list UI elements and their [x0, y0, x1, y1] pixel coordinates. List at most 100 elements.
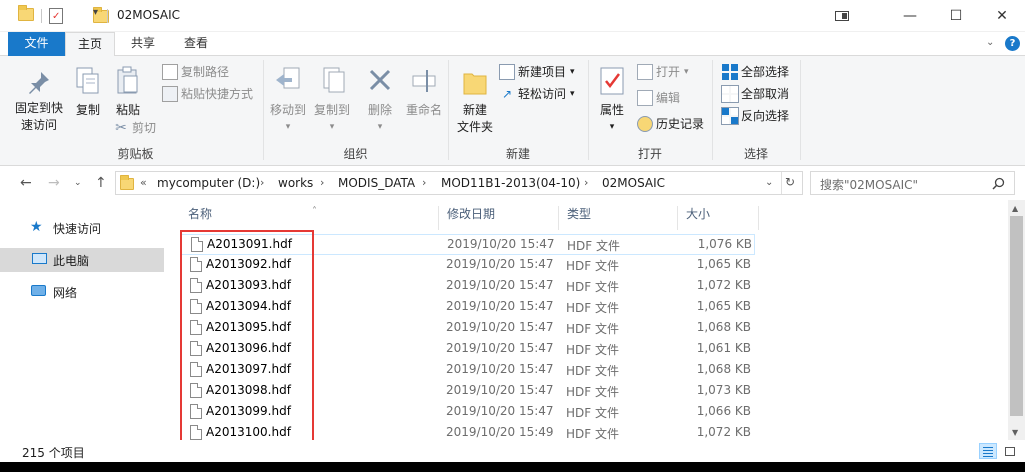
- nav-item-label: 网络: [53, 286, 78, 300]
- easy-access-button[interactable]: ↗ 轻松访问 ▾: [499, 85, 575, 103]
- file-size: 1,066 KB: [696, 404, 751, 418]
- ribbon-tabs: 文件 主页 共享 查看 ⌄ ?: [0, 32, 1025, 57]
- search-input[interactable]: 搜索"02MOSAIC": [810, 171, 1015, 195]
- cut-button[interactable]: ✂ 剪切: [113, 119, 156, 137]
- rename-button[interactable]: 重命名: [402, 66, 446, 119]
- customize-toolbar-icon[interactable]: ▾: [93, 7, 98, 23]
- column-header-date-label: 修改日期: [447, 207, 496, 221]
- address-dropdown-icon[interactable]: ⌄: [765, 177, 773, 188]
- column-header-type[interactable]: 类型: [559, 206, 678, 230]
- pin-to-quick-access-button[interactable]: 固定到快 速访问: [10, 70, 68, 134]
- delete-button[interactable]: 删除 ▾: [362, 66, 398, 136]
- column-header-size-label: 大小: [686, 207, 711, 221]
- column-header-size[interactable]: 大小: [678, 206, 759, 230]
- copy-path-icon: [162, 64, 178, 80]
- clipboard-group-label: 剪贴板: [117, 147, 154, 161]
- nav-item-label: 快速访问: [53, 222, 102, 236]
- overflow-crumb-icon[interactable]: «: [140, 176, 147, 189]
- open-button[interactable]: 打开 ▾: [637, 63, 689, 81]
- new-folder-button[interactable]: 新建 文件夹: [452, 66, 498, 136]
- paste-icon: [117, 66, 138, 94]
- copy-button[interactable]: 复制: [70, 66, 106, 119]
- breadcrumb-drive[interactable]: mycomputer (D:): [157, 176, 260, 190]
- highlight-box: [180, 230, 314, 450]
- copy-to-dropdown-icon: ▾: [329, 122, 335, 132]
- new-item-dropdown-icon: ▾: [570, 67, 575, 77]
- tab-view[interactable]: 查看: [172, 32, 220, 56]
- nav-item-network[interactable]: 网络: [0, 280, 172, 304]
- tab-file[interactable]: 文件: [8, 32, 65, 56]
- file-date: 2019/10/20 15:47: [447, 237, 555, 251]
- breadcrumb-separator-icon[interactable]: ›: [260, 176, 264, 189]
- copy-path-button[interactable]: 复制路径: [162, 63, 229, 81]
- help-icon[interactable]: ?: [1005, 36, 1020, 51]
- breadcrumb-modis-data[interactable]: MODIS_DATA: [338, 176, 415, 190]
- vertical-scrollbar[interactable]: ▲ ▼: [1008, 200, 1025, 440]
- history-button[interactable]: 历史记录: [637, 115, 704, 133]
- scroll-down-icon[interactable]: ▼: [1012, 428, 1018, 437]
- select-none-label: 全部取消: [741, 87, 790, 101]
- refresh-icon[interactable]: ↻: [785, 175, 795, 189]
- close-button[interactable]: ✕: [979, 0, 1025, 32]
- address-bar[interactable]: « mycomputer (D:) › works › MODIS_DATA ›…: [115, 171, 803, 195]
- compact-mode-icon[interactable]: [819, 0, 865, 32]
- breadcrumb-separator-icon[interactable]: ›: [422, 176, 426, 189]
- navigation-pane: ★ 快速访问 此电脑 网络: [0, 200, 172, 440]
- new-group-label: 新建: [505, 147, 530, 161]
- select-none-button[interactable]: 全部取消: [721, 85, 790, 103]
- up-arrow-icon[interactable]: ↑: [95, 175, 107, 191]
- forward-arrow-icon[interactable]: →: [48, 175, 60, 191]
- delete-label: 删除: [367, 103, 392, 117]
- select-all-label: 全部选择: [741, 65, 790, 79]
- expand-ribbon-icon[interactable]: ⌄: [986, 37, 994, 48]
- file-size: 1,065 KB: [696, 299, 751, 313]
- breadcrumb-separator-icon[interactable]: ›: [320, 176, 324, 189]
- search-icon[interactable]: [992, 177, 1005, 190]
- properties-button[interactable]: 属性 ▾: [592, 66, 632, 136]
- nav-item-this-pc[interactable]: 此电脑: [0, 248, 164, 272]
- search-placeholder: 搜索"02MOSAIC": [820, 178, 919, 192]
- open-group-label: 打开: [637, 147, 662, 161]
- breadcrumb-mod11b1[interactable]: MOD11B1-2013(04-10): [441, 176, 580, 190]
- minimize-button[interactable]: —: [887, 0, 933, 32]
- new-item-button[interactable]: 新建项目 ▾: [499, 63, 575, 81]
- title-bar: ✓ ▾ 02MOSAIC — ☐ ✕: [0, 0, 1025, 32]
- organize-group-label: 组织: [343, 147, 368, 161]
- back-arrow-icon[interactable]: ←: [20, 175, 32, 191]
- delete-icon: [369, 69, 391, 91]
- breadcrumb-works[interactable]: works: [278, 176, 313, 190]
- tab-share[interactable]: 共享: [119, 32, 167, 56]
- file-type: HDF 文件: [566, 301, 619, 315]
- paste-shortcut-label: 粘贴快捷方式: [181, 87, 254, 101]
- pin-icon: [29, 72, 49, 94]
- breadcrumb-separator-icon[interactable]: ›: [584, 176, 588, 189]
- scroll-up-icon[interactable]: ▲: [1012, 204, 1018, 213]
- move-to-button[interactable]: 移动到 ▾: [266, 66, 310, 136]
- recent-locations-icon[interactable]: ⌄: [74, 178, 82, 188]
- maximize-button[interactable]: ☐: [933, 0, 979, 32]
- copy-to-button[interactable]: 复制到 ▾: [310, 66, 354, 136]
- large-icons-view-icon[interactable]: [1001, 443, 1019, 459]
- copy-to-icon: [323, 67, 345, 93]
- scrollbar-thumb[interactable]: [1010, 216, 1023, 416]
- screen-edge: [0, 462, 1025, 472]
- nav-item-quick-access[interactable]: ★ 快速访问: [0, 216, 172, 240]
- column-header-date[interactable]: 修改日期: [439, 206, 559, 230]
- properties-quick-icon[interactable]: ✓: [49, 8, 63, 24]
- sort-ascending-icon: ˄: [312, 206, 317, 217]
- column-header-name[interactable]: 名称 ˄: [180, 206, 439, 230]
- invert-selection-button[interactable]: 反向选择: [721, 107, 789, 125]
- move-to-icon: [276, 67, 300, 89]
- edit-button[interactable]: 编辑: [637, 89, 680, 107]
- tab-home[interactable]: 主页: [65, 32, 115, 57]
- breadcrumb-02mosaic[interactable]: 02MOSAIC: [602, 176, 665, 190]
- paste-button[interactable]: 粘贴: [110, 66, 146, 119]
- computer-icon: [32, 253, 47, 264]
- select-all-button[interactable]: 全部选择: [722, 63, 789, 81]
- file-type: HDF 文件: [566, 406, 619, 420]
- open-icon: [637, 64, 653, 80]
- details-view-icon[interactable]: [979, 443, 997, 459]
- paste-shortcut-button[interactable]: 粘贴快捷方式: [162, 85, 253, 103]
- history-label: 历史记录: [656, 117, 705, 131]
- paste-label: 粘贴: [115, 103, 140, 117]
